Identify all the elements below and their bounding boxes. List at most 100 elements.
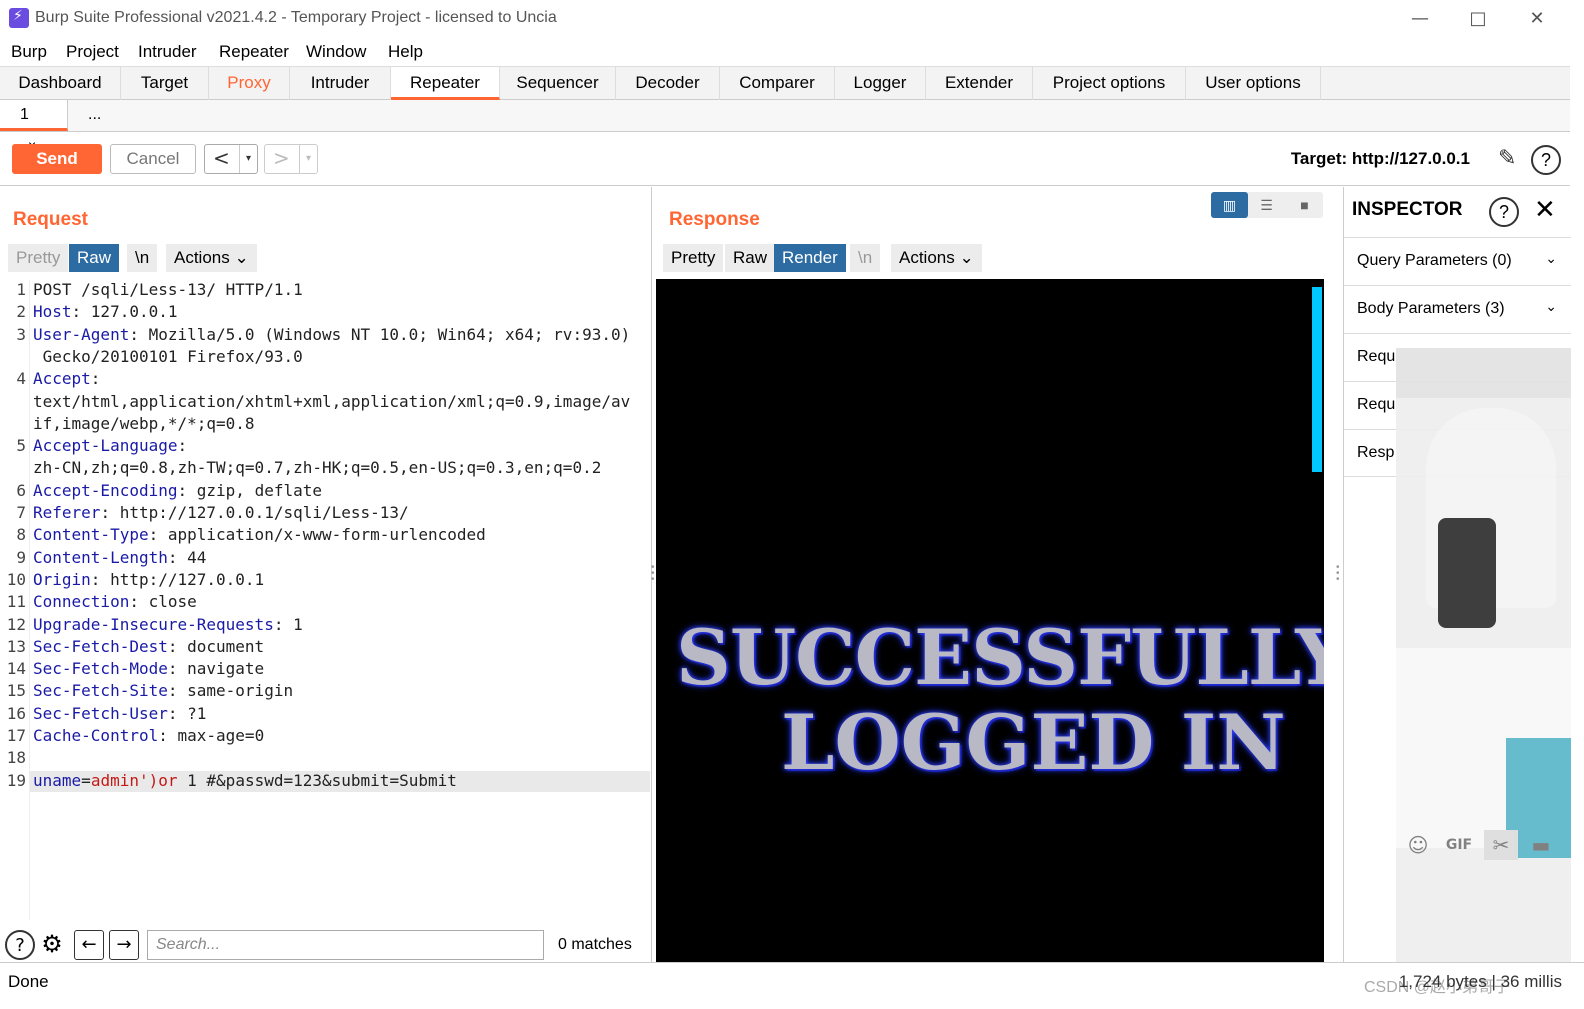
folder-icon[interactable]: ▬ bbox=[1524, 830, 1558, 860]
search-settings-gear-icon[interactable]: ⚙ bbox=[37, 930, 67, 960]
tab-extender[interactable]: Extender bbox=[926, 67, 1033, 100]
overlay-chat-window[interactable]: ☺ GIF ✂ ▬ bbox=[1396, 348, 1571, 962]
tab-target[interactable]: Target bbox=[121, 67, 209, 100]
param-eq: = bbox=[81, 771, 91, 790]
line-number: 7 bbox=[16, 503, 26, 522]
back-arrow-icon: < bbox=[213, 146, 230, 170]
inspector-close-icon[interactable]: ✕ bbox=[1534, 195, 1556, 225]
menu-repeater[interactable]: Repeater bbox=[219, 42, 289, 62]
request-raw-button[interactable]: Raw bbox=[69, 244, 120, 272]
request-body-line: uname=admin')or 1 #&passwd=123&submit=Su… bbox=[33, 771, 457, 790]
inspector-row-label: Resp bbox=[1357, 444, 1395, 461]
new-tab-button[interactable]: ... bbox=[68, 100, 121, 131]
tab-repeater[interactable]: Repeater bbox=[391, 67, 500, 100]
forward-arrow-icon: > bbox=[273, 146, 290, 170]
tabbed-layout-icon[interactable]: ■ bbox=[1286, 192, 1323, 218]
window-title: Burp Suite Professional v2021.4.2 - Temp… bbox=[35, 9, 557, 26]
line-number: 1 bbox=[16, 280, 26, 299]
line-number: 6 bbox=[16, 481, 26, 500]
pane-splitter-handle[interactable]: • • • bbox=[651, 563, 655, 585]
cancel-button[interactable]: Cancel bbox=[110, 144, 196, 174]
back-button[interactable]: < ▾ bbox=[204, 144, 258, 174]
forward-history-dropdown[interactable]: ▾ bbox=[299, 145, 317, 173]
response-render-button[interactable]: Render bbox=[774, 244, 846, 272]
side-by-side-layout-icon[interactable]: ▥ bbox=[1211, 192, 1248, 218]
tab-decoder[interactable]: Decoder bbox=[616, 67, 720, 100]
param-key: uname bbox=[33, 771, 82, 790]
tab-comparer[interactable]: Comparer bbox=[720, 67, 835, 100]
render-scrollbar[interactable] bbox=[1312, 287, 1322, 472]
inspector-splitter-handle[interactable]: • • • bbox=[1336, 563, 1340, 585]
header-name: User-Agent bbox=[33, 325, 130, 344]
header-name: Referer bbox=[33, 503, 101, 522]
forward-button[interactable]: > ▾ bbox=[264, 144, 318, 174]
search-help-icon[interactable]: ? bbox=[5, 930, 35, 960]
header-value: ?1 bbox=[187, 704, 207, 723]
response-raw-button[interactable]: Raw bbox=[725, 244, 776, 272]
help-icon[interactable]: ? bbox=[1531, 145, 1561, 175]
menu-window[interactable]: Window bbox=[306, 42, 366, 62]
header-value: 127.0.0.1 bbox=[90, 302, 178, 321]
header-separator: : bbox=[167, 681, 188, 700]
response-pretty-button[interactable]: Pretty bbox=[663, 244, 724, 272]
header-name: Host bbox=[33, 302, 72, 321]
tab-project-options[interactable]: Project options bbox=[1033, 67, 1186, 100]
inspector-help-icon[interactable]: ? bbox=[1489, 197, 1519, 227]
previous-match-arrow-icon[interactable]: ← bbox=[74, 930, 104, 960]
layout-toggle-group: ▥ ☰ ■ bbox=[1211, 192, 1323, 218]
minimize-button[interactable]: — bbox=[1400, 6, 1440, 32]
request-editor[interactable]: 1 POST /sqli/Less-13/ HTTP/1.1 2 Host: 127.… bbox=[0, 280, 652, 920]
inspector-row-label: Body Parameters (3) bbox=[1357, 300, 1505, 317]
line-number: 9 bbox=[16, 548, 26, 567]
tab-intruder[interactable]: Intruder bbox=[290, 67, 391, 100]
back-history-dropdown[interactable]: ▾ bbox=[239, 145, 257, 173]
response-newline-button[interactable]: \n bbox=[850, 244, 881, 272]
response-actions-dropdown[interactable]: Actions ⌄ bbox=[891, 244, 982, 272]
menu-project[interactable]: Project bbox=[66, 42, 119, 62]
request-view-buttons: Pretty Raw \n Actions ⌄ bbox=[8, 244, 264, 272]
menu-burp[interactable]: Burp bbox=[11, 42, 47, 62]
inspector-query-parameters[interactable]: Query Parameters (0) ⌄ bbox=[1344, 237, 1571, 285]
emoji-icon[interactable]: ☺ bbox=[1401, 830, 1435, 860]
request-line: Accept-Language: bbox=[33, 436, 187, 455]
request-line: User-Agent: Mozilla/5.0 (Windows NT 10.0… bbox=[33, 325, 630, 344]
close-window-button[interactable]: ✕ bbox=[1517, 6, 1557, 32]
header-separator: : bbox=[167, 659, 188, 678]
target-label: Target: http://127.0.0.1 bbox=[1290, 149, 1470, 168]
header-value: application/x-www-form-urlencoded bbox=[167, 525, 486, 544]
tab-user-options[interactable]: User options bbox=[1186, 67, 1321, 100]
inspector-body-parameters[interactable]: Body Parameters (3) ⌄ bbox=[1344, 285, 1571, 333]
header-name: Connection bbox=[33, 592, 130, 611]
request-line: text/html,application/xhtml+xml,applicat… bbox=[33, 392, 630, 411]
header-value: close bbox=[148, 592, 197, 611]
next-match-arrow-icon[interactable]: → bbox=[109, 930, 139, 960]
header-value: Gecko/20100101 Firefox/93.0 bbox=[33, 347, 303, 366]
stacked-layout-icon[interactable]: ☰ bbox=[1248, 192, 1285, 218]
gif-icon[interactable]: GIF bbox=[1442, 830, 1476, 860]
header-value: text/html,application/xhtml+xml,applicat… bbox=[33, 392, 631, 411]
inspector-row-label: Query Parameters (0) bbox=[1357, 252, 1512, 269]
send-button[interactable]: Send bbox=[12, 144, 102, 174]
tab-dashboard[interactable]: Dashboard bbox=[0, 67, 121, 100]
repeater-tab-bar: 1 × ... bbox=[0, 100, 1570, 153]
search-input[interactable]: Search... bbox=[147, 930, 544, 960]
tab-logger[interactable]: Logger bbox=[835, 67, 926, 100]
header-separator: : bbox=[148, 525, 168, 544]
rendered-response-view[interactable]: SUCCESSFULLY LOGGED IN bbox=[656, 279, 1324, 963]
request-newline-button[interactable]: \n bbox=[127, 244, 158, 272]
line-number: 2 bbox=[16, 302, 26, 321]
request-line: Content-Length: 44 bbox=[33, 548, 206, 567]
tab-proxy[interactable]: Proxy bbox=[209, 67, 290, 100]
request-pretty-button[interactable]: Pretty bbox=[8, 244, 69, 272]
maximize-button[interactable]: □ bbox=[1458, 6, 1498, 32]
menu-help[interactable]: Help bbox=[388, 42, 423, 62]
menu-intruder[interactable]: Intruder bbox=[138, 42, 197, 62]
header-value: POST /sqli/Less-13/ HTTP/1.1 bbox=[33, 280, 303, 299]
request-actions-dropdown[interactable]: Actions ⌄ bbox=[166, 244, 257, 272]
tab-sequencer[interactable]: Sequencer bbox=[500, 67, 616, 100]
edit-target-pencil-icon[interactable]: ✎ bbox=[1498, 146, 1524, 172]
repeater-tab-1[interactable]: 1 × bbox=[0, 100, 68, 153]
header-value: http://127.0.0.1/sqli/Less-13/ bbox=[119, 503, 409, 522]
scissors-icon[interactable]: ✂ bbox=[1484, 830, 1518, 860]
line-number: 15 bbox=[6, 681, 26, 700]
